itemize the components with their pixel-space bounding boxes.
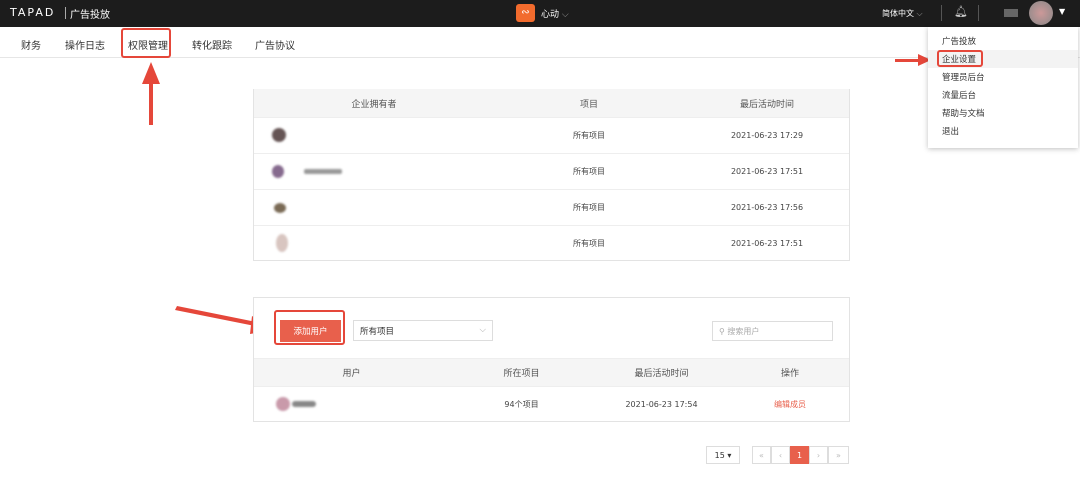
table-header: 企业拥有者 项目 最后活动时间	[254, 89, 849, 117]
col-project: 所在项目	[503, 369, 540, 379]
highlight-box	[937, 50, 983, 67]
time-cell: 2021-06-23 17:51	[730, 167, 804, 176]
page-size-select[interactable]: 15 ▾	[706, 446, 740, 464]
time-cell: 2021-06-23 17:54	[625, 400, 698, 409]
project-select-value: 所有项目	[360, 327, 395, 337]
menu-item-ad-delivery[interactable]: 广告投放	[942, 35, 976, 47]
last-page-button[interactable]: »	[828, 446, 849, 464]
arrow-up	[142, 62, 160, 125]
col-owner: 企业拥有者	[351, 99, 397, 110]
avatar	[276, 397, 290, 411]
col-user: 用户	[342, 369, 361, 379]
first-page-button[interactable]: «	[752, 446, 771, 464]
col-project: 项目	[579, 99, 598, 110]
project-select[interactable]: 所有项目 ⌵	[353, 320, 493, 341]
project-cell: 所有项目	[573, 203, 605, 212]
avatar	[276, 234, 288, 252]
table-row: 所有项目 2021-06-23 17:51	[254, 225, 849, 261]
time-cell: 2021-06-23 17:51	[730, 239, 804, 248]
search-icon: ⚲	[719, 327, 725, 336]
owners-table: 企业拥有者 项目 最后活动时间 所有项目 2021-06-23 17:29 所有…	[253, 89, 850, 261]
chevron-down-icon: ⌵	[479, 325, 486, 335]
page-size-value: 15	[714, 450, 725, 460]
menu-item-traffic[interactable]: 流量后台	[942, 89, 976, 101]
edit-member-link[interactable]: 编辑成员	[729, 387, 851, 422]
menu-item-help[interactable]: 帮助与文档	[942, 107, 985, 119]
table-header: 用户 所在项目 最后活动时间 操作	[254, 358, 849, 386]
table-row: 所有项目 2021-06-23 17:56	[254, 189, 849, 225]
page-button-current[interactable]: 1	[790, 446, 809, 464]
avatar	[272, 165, 284, 178]
next-page-button[interactable]: ›	[809, 446, 828, 464]
menu-item-admin[interactable]: 管理员后台	[942, 71, 985, 83]
project-cell: 所有项目	[573, 167, 605, 176]
table-row: 所有项目 2021-06-23 17:29	[254, 117, 849, 153]
user-dropdown-menu: 广告投放 企业设置 管理员后台 流量后台 帮助与文档 退出	[928, 27, 1078, 148]
prev-page-button[interactable]: ‹	[771, 446, 790, 464]
col-last-active: 最后活动时间	[634, 369, 689, 379]
project-cell: 所有项目	[573, 131, 605, 140]
avatar	[274, 203, 286, 213]
project-cell: 所有项目	[573, 239, 605, 248]
time-cell: 2021-06-23 17:29	[730, 131, 804, 140]
col-last-active: 最后活动时间	[739, 99, 794, 110]
name-blurred	[304, 169, 342, 174]
highlight-box	[274, 310, 345, 345]
arrow-right-menu	[895, 54, 931, 66]
project-cell: 94个项目	[504, 400, 539, 409]
menu-item-logout[interactable]: 退出	[942, 125, 959, 137]
col-actions: 操作	[780, 369, 799, 379]
search-input[interactable]: ⚲ 搜索用户	[712, 321, 833, 341]
search-placeholder: 搜索用户	[727, 327, 760, 336]
avatar	[272, 128, 286, 142]
table-row: 所有项目 2021-06-23 17:51	[254, 153, 849, 189]
table-row: 94个项目 2021-06-23 17:54 编辑成员	[254, 386, 849, 422]
time-cell: 2021-06-23 17:56	[730, 203, 804, 212]
name-blurred	[292, 401, 316, 407]
